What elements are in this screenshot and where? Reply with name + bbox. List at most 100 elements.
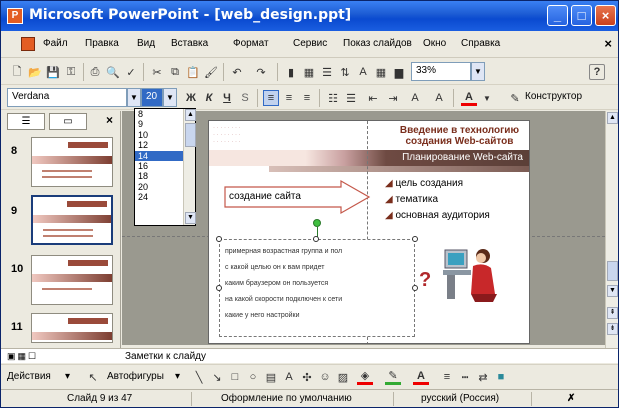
scroll-down-icon[interactable]: ▼ xyxy=(607,285,618,297)
slide-title[interactable]: Введение в технологию создания Web-сайто… xyxy=(400,125,519,147)
preview-icon[interactable]: 🔍 xyxy=(105,64,121,80)
menu-file[interactable]: Файл xyxy=(43,38,68,49)
line-color-icon[interactable]: ✎ xyxy=(385,369,401,385)
bullet-item[interactable]: ◢ основная аудитория xyxy=(385,210,490,221)
menu-view[interactable]: Вид xyxy=(137,38,155,49)
redo-icon[interactable]: ↷ xyxy=(253,64,269,80)
vertical-scrollbar[interactable]: ▲ ▼ ⇞ ⇟ xyxy=(605,111,618,349)
font-color-dropdown-arrow[interactable]: ▼ xyxy=(479,90,495,106)
zoom-dropdown-arrow[interactable]: ▼ xyxy=(471,62,485,81)
notes-placeholder[interactable]: Заметки к слайду xyxy=(125,351,206,362)
bullet-item[interactable]: ◢ тематика xyxy=(385,194,438,205)
shadow-style-icon[interactable]: ■ xyxy=(493,369,509,385)
slide-thumbnail[interactable] xyxy=(31,255,113,305)
show-grid-icon[interactable]: ▦ xyxy=(373,64,389,80)
slide-thumbnail[interactable] xyxy=(31,137,113,187)
oval-icon[interactable]: ○ xyxy=(245,369,261,385)
box-item[interactable]: примерная возрастная группа и пол xyxy=(225,248,342,255)
designer-icon[interactable]: ✎ xyxy=(507,90,523,106)
arrow-icon[interactable]: ↘ xyxy=(209,369,225,385)
open-icon[interactable]: 📂 xyxy=(27,64,43,80)
actions-dropdown-icon[interactable]: ▾ xyxy=(65,371,70,382)
cut-icon[interactable]: ✂ xyxy=(149,64,165,80)
diagram-icon[interactable]: ✣ xyxy=(299,369,315,385)
panel-close-icon[interactable]: × xyxy=(106,113,113,127)
copy-icon[interactable]: ⧉ xyxy=(167,64,183,80)
menu-tools[interactable]: Сервис xyxy=(293,38,327,49)
expand-all-icon[interactable]: ⇅ xyxy=(337,64,353,80)
resize-handle[interactable] xyxy=(412,236,418,242)
wordart-icon[interactable]: A xyxy=(281,369,297,385)
decrease-indent-icon[interactable]: ⇤ xyxy=(365,90,381,106)
font-name-input[interactable]: Verdana xyxy=(7,88,127,107)
spelling-status-icon[interactable]: ✗ xyxy=(567,393,575,404)
dash-style-icon[interactable]: ┅ xyxy=(457,369,473,385)
italic-button[interactable]: К xyxy=(201,90,217,106)
scroll-down-icon[interactable]: ▼ xyxy=(185,212,196,224)
menu-insert[interactable]: Вставка xyxy=(171,38,208,49)
line-icon[interactable]: ╲ xyxy=(191,369,207,385)
color-grayscale-icon[interactable]: ▆ xyxy=(391,64,407,80)
tab-slides[interactable]: ▭ xyxy=(49,113,87,130)
tab-outline[interactable]: ☰ xyxy=(7,113,45,130)
picture-icon[interactable]: ▨ xyxy=(335,369,351,385)
resize-handle[interactable] xyxy=(412,285,418,291)
font-size-input[interactable]: 20 xyxy=(141,88,163,107)
show-formatting-icon[interactable]: A xyxy=(355,64,371,80)
arrow-style-icon[interactable]: ⇄ xyxy=(475,369,491,385)
slide-subtitle[interactable]: Планирование Web-сайта xyxy=(402,152,523,163)
previous-slide-icon[interactable]: ⇞ xyxy=(607,307,618,319)
help-icon[interactable]: ? xyxy=(589,64,605,80)
scroll-up-icon[interactable]: ▲ xyxy=(607,112,618,124)
question-mark[interactable]: ? xyxy=(419,269,431,292)
bullets-icon[interactable]: ☰ xyxy=(343,90,359,106)
slide-thumbnail[interactable] xyxy=(31,313,113,343)
line-style-icon[interactable]: ≡ xyxy=(439,369,455,385)
powerpoint-app-icon[interactable]: P xyxy=(7,8,23,24)
size-dropdown-arrow[interactable]: ▼ xyxy=(163,88,177,107)
autoshapes-menu[interactable]: Автофигуры xyxy=(107,371,164,382)
new-icon[interactable]: 🗋 xyxy=(9,64,25,80)
slide-canvas[interactable]: · · · · · · · · · · · · · · · · · · · · · … xyxy=(208,120,530,344)
save-icon[interactable]: 💾 xyxy=(45,64,61,80)
resize-handle[interactable] xyxy=(216,236,222,242)
menu-slideshow[interactable]: Показ слайдов xyxy=(343,38,412,49)
increase-font-icon[interactable]: A xyxy=(407,90,423,106)
select-pointer-icon[interactable]: ↖ xyxy=(85,369,101,385)
increase-indent-icon[interactable]: ⇥ xyxy=(385,90,401,106)
autoshapes-dropdown-icon[interactable]: ▾ xyxy=(175,371,180,382)
document-icon[interactable] xyxy=(21,37,35,51)
scroll-up-icon[interactable]: ▲ xyxy=(185,109,196,121)
fill-color-icon[interactable]: ◈ xyxy=(357,369,373,385)
underline-button[interactable]: Ч xyxy=(219,90,235,106)
decrease-font-icon[interactable]: A xyxy=(431,90,447,106)
size-list-scrollbar[interactable]: ▲ ▼ xyxy=(183,109,196,225)
menu-edit[interactable]: Правка xyxy=(85,38,119,49)
box-item[interactable]: с какой целью он к вам придет xyxy=(225,264,325,271)
tables-borders-icon[interactable]: ☰ xyxy=(319,64,335,80)
format-painter-icon[interactable]: 🖌 xyxy=(203,64,219,80)
permission-icon[interactable]: ⚿ xyxy=(63,64,79,80)
clipart-icon[interactable]: ☺ xyxy=(317,369,333,385)
bold-button[interactable]: Ж xyxy=(183,90,199,106)
box-item[interactable]: какие у него настройки xyxy=(225,312,300,319)
minimize-button[interactable]: _ xyxy=(547,5,568,26)
menu-format[interactable]: Формат xyxy=(233,38,269,49)
menu-help[interactable]: Справка xyxy=(461,38,500,49)
rectangle-icon[interactable]: □ xyxy=(227,369,243,385)
menu-window[interactable]: Окно xyxy=(423,38,446,49)
view-buttons-icon[interactable]: ▣▦☐ xyxy=(7,351,38,362)
scroll-thumb[interactable] xyxy=(607,261,618,281)
resize-handle[interactable] xyxy=(216,285,222,291)
align-left-icon[interactable]: ≡ xyxy=(263,90,279,106)
arrow-text[interactable]: создание сайта xyxy=(229,191,301,202)
resize-handle[interactable] xyxy=(313,236,319,242)
align-center-icon[interactable]: ≡ xyxy=(281,90,297,106)
font-color-icon[interactable]: A xyxy=(413,369,429,385)
print-icon[interactable]: ⎙ xyxy=(87,64,103,80)
insert-table-icon[interactable]: ▦ xyxy=(301,64,317,80)
numbering-icon[interactable]: ☷ xyxy=(325,90,341,106)
zoom-input[interactable]: 33% xyxy=(411,62,471,81)
scroll-thumb[interactable] xyxy=(185,123,196,147)
shadow-button[interactable]: S xyxy=(237,90,253,106)
